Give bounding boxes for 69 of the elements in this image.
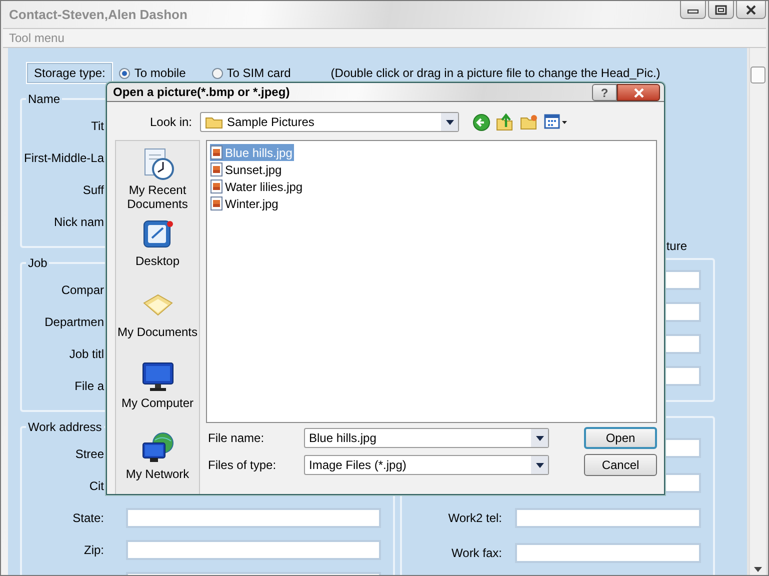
field-label: Zip: (84, 543, 104, 557)
field-label: State: (72, 511, 104, 525)
scrollbar[interactable] (749, 48, 766, 575)
radio-label: To mobile (134, 66, 186, 80)
caret-icon (446, 120, 454, 124)
radio-button[interactable] (212, 68, 223, 78)
file-item[interactable]: Sunset.jpg (210, 161, 284, 178)
cancel-button[interactable]: Cancel (584, 454, 657, 476)
radio-label: To SIM card (226, 66, 291, 80)
caret-icon (536, 462, 544, 468)
field-label: Tit (91, 119, 104, 133)
field-label: Cit (89, 479, 104, 493)
group-caption: ture (666, 239, 687, 253)
maximize-button[interactable] (708, 1, 734, 19)
input-field[interactable] (126, 540, 381, 560)
field-label: File name: (207, 431, 266, 445)
field-label: Suff (82, 183, 104, 197)
back-icon[interactable] (473, 114, 490, 130)
place-item[interactable]: My Documents (116, 289, 199, 360)
field-label: Compar (61, 283, 104, 297)
image-file-icon (210, 196, 223, 211)
field-label: Job titl (69, 347, 104, 361)
file-item[interactable]: Winter.jpg (210, 195, 280, 212)
look-in-dropdown[interactable]: Sample Pictures (200, 112, 459, 132)
look-in-label: Look in: (148, 115, 193, 129)
close-button[interactable] (736, 1, 766, 19)
field-label: Work fax: (452, 546, 502, 560)
input-field[interactable] (126, 508, 381, 528)
field-label: Stree (75, 447, 104, 461)
minimize-button[interactable] (680, 1, 706, 19)
view-menu-icon[interactable] (544, 114, 568, 130)
close-icon (745, 4, 757, 14)
place-item[interactable]: Desktop (116, 218, 199, 289)
place-item[interactable]: My Network (116, 431, 199, 494)
file-name-field[interactable]: Blue hills.jpg (304, 428, 549, 448)
field-label: File a (74, 379, 104, 393)
file-item[interactable]: Water lilies.jpg (210, 178, 305, 195)
storage-type-label: Storage type: (26, 62, 114, 84)
file-type-dropdown[interactable]: Image Files (*.jpg) (304, 455, 549, 475)
image-file-icon (210, 179, 223, 194)
caret-icon (536, 436, 544, 440)
group-title: Name (27, 92, 62, 106)
field-label: Files of type: (207, 458, 278, 472)
close-button[interactable] (617, 84, 660, 101)
image-file-icon (210, 145, 223, 160)
field-label: Nick nam (54, 215, 104, 229)
field-label: First-Middle-La (24, 151, 104, 165)
group-title: Job (27, 256, 48, 270)
close-icon (632, 88, 644, 98)
up-folder-icon[interactable] (496, 113, 514, 131)
radio-button[interactable] (119, 68, 130, 78)
monitor-icon (140, 360, 174, 394)
image-file-icon (210, 162, 223, 177)
maximize-icon (715, 4, 727, 14)
dialog-title: Open a picture(*.bmp or *.jpeg) (113, 85, 291, 99)
new-folder-icon[interactable] (520, 114, 538, 130)
field-label: Departmen (44, 315, 104, 329)
place-item[interactable]: My Computer (116, 360, 199, 431)
input-field[interactable] (515, 542, 701, 562)
help-button[interactable]: ? (592, 84, 617, 101)
hint-text: (Double click or drag in a picture file to change the Head_Pic.) (330, 66, 660, 80)
window-title: Contact-Steven,Alen Dashon (9, 7, 188, 22)
scroll-thumb-icon[interactable] (750, 66, 766, 84)
field-label: Work2 tel: (448, 510, 502, 524)
open-button[interactable]: Open (584, 427, 657, 449)
group-title: Work address (27, 420, 103, 434)
place-item[interactable]: My Recent Documents (116, 147, 199, 218)
globe-monitor-icon (140, 431, 174, 465)
input-field[interactable] (515, 508, 701, 528)
